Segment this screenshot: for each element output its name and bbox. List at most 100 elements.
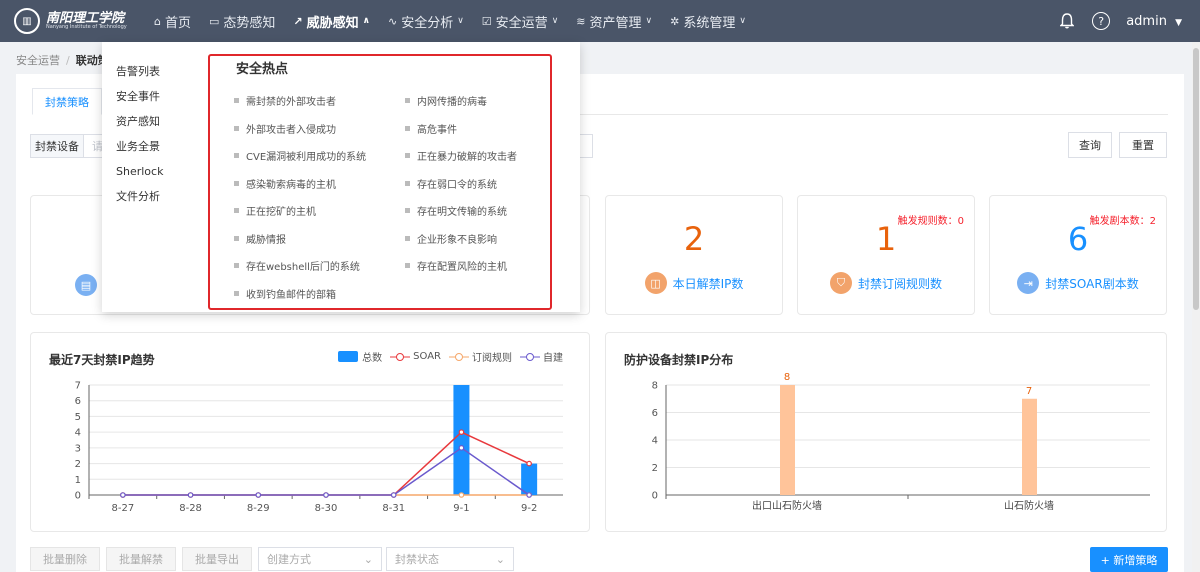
series-point xyxy=(458,429,465,435)
hotspot-label: 正在暴力破解的攻击者 xyxy=(417,152,517,163)
stat-label: 封禁订阅规则数 xyxy=(857,276,942,291)
stat-card-soar-playbooks: 触发剧本数：2 6 ⇥ 封禁SOAR剧本数 xyxy=(989,195,1167,315)
hotspot-link[interactable]: CVE漏洞被利用成功的系统 xyxy=(234,148,366,163)
nav-item[interactable]: ⌂ 首页 xyxy=(154,12,191,31)
bullet-icon xyxy=(405,153,410,158)
logo[interactable]: ▥ 南阳理工学院 Nanyang Institute of Technology xyxy=(14,8,154,34)
hotspot-link[interactable]: 存在配置风险的主机 xyxy=(405,258,507,273)
series-point xyxy=(458,445,465,451)
hotspot-label: 收到钓鱼邮件的部箱 xyxy=(246,289,336,301)
hotspot-link[interactable]: 收到钓鱼邮件的部箱 xyxy=(234,286,336,301)
y-tick-label: 7 xyxy=(75,381,81,392)
chevron-down-icon: ∨ xyxy=(739,16,746,26)
hotspot-label: 内网传播的病毒 xyxy=(417,97,487,108)
menu-item[interactable]: 文件分析 xyxy=(116,189,163,214)
bullet-icon xyxy=(234,180,239,186)
batch-export-button[interactable]: 批量导出 xyxy=(182,547,252,571)
nav-item-label: 安全运营 xyxy=(495,15,548,31)
nav-item-label: 态势感知 xyxy=(223,15,276,31)
y-tick-label: 6 xyxy=(652,408,658,419)
nav-item-label: 安全分析 xyxy=(401,15,454,31)
nav-item[interactable]: ▭ 态势感知 xyxy=(209,12,275,31)
nav-item[interactable]: ∿ 安全分析 ∨ xyxy=(388,12,464,31)
bell-icon[interactable] xyxy=(1059,13,1075,29)
bar-value-label: 7 xyxy=(1026,386,1032,397)
bullet-icon xyxy=(405,180,410,186)
nav-item[interactable]: ✲ 系统管理 ∨ xyxy=(670,12,746,31)
y-tick-label: 4 xyxy=(75,428,81,439)
menu-item[interactable]: Sherlock xyxy=(116,164,163,189)
hotspot-label: 感染勒索病毒的主机 xyxy=(246,179,336,191)
hotspot-link[interactable]: 高危事件 xyxy=(405,121,457,136)
bar-total xyxy=(453,385,470,495)
stat-value: 1 xyxy=(875,220,897,258)
batch-unblock-button[interactable]: 批量解禁 xyxy=(106,547,176,571)
stat-value: 2 xyxy=(683,220,705,258)
tab-block-policy[interactable]: 封禁策略 xyxy=(32,88,102,115)
nav-item[interactable]: ↗ 威胁感知 ∧ xyxy=(293,12,370,31)
series-point xyxy=(120,492,126,498)
hotspot-label: 高危事件 xyxy=(417,124,457,136)
bullet-icon xyxy=(234,153,239,158)
hotspot-link[interactable]: 正在挖矿的主机 xyxy=(234,203,316,218)
menu-item[interactable]: 业务全景 xyxy=(116,139,163,164)
hotspot-link[interactable]: 存在明文传输的系统 xyxy=(405,203,507,218)
hotspot-link[interactable]: 外部攻击者入侵成功 xyxy=(234,121,336,136)
hotspot-link[interactable]: 正在暴力破解的攻击者 xyxy=(405,148,517,163)
query-button[interactable]: 查询 xyxy=(1068,132,1112,158)
user-menu[interactable]: admin ▼ xyxy=(1126,14,1182,29)
nav-item[interactable]: ☑ 安全运营 ∨ xyxy=(482,12,558,31)
bullet-icon xyxy=(234,290,239,296)
x-tick-label: 9-2 xyxy=(521,503,537,514)
x-tick-label: 8-27 xyxy=(112,503,135,514)
hotspot-link[interactable]: 感染勒索病毒的主机 xyxy=(234,176,336,191)
check-square-icon: ☑ xyxy=(481,14,492,28)
bullet-icon xyxy=(405,208,410,213)
bar-value-label: 8 xyxy=(784,372,790,383)
add-policy-button[interactable]: + 新增策略 xyxy=(1090,547,1168,572)
hotspot-link[interactable]: 存在webshell后门的系统 xyxy=(234,258,360,273)
hotspot-link[interactable]: 威胁情报 xyxy=(234,231,286,246)
bar xyxy=(780,385,795,495)
hotspot-label: 威胁情报 xyxy=(246,234,286,246)
gear-icon: ✲ xyxy=(670,14,680,28)
y-tick-label: 3 xyxy=(75,443,81,454)
scrollbar-thumb[interactable] xyxy=(1193,48,1199,310)
series-point xyxy=(458,492,465,498)
chevron-down-icon: ∨ xyxy=(457,16,464,26)
trend-icon: ↗ xyxy=(293,14,303,28)
hotspot-label: 存在webshell后门的系统 xyxy=(246,262,360,273)
menu-list: 告警列表 安全事件 资产感知 业务全景 Sherlock 文件分析 xyxy=(116,64,163,214)
hotspot-link[interactable]: 需封禁的外部攻击者 xyxy=(234,93,336,108)
reset-button[interactable]: 重置 xyxy=(1119,132,1167,158)
bottom-toolbar: 批量删除 批量解禁 批量导出 创建方式 ⌄ 封禁状态 ⌄ xyxy=(30,547,518,571)
hotspot-label: 正在挖矿的主机 xyxy=(246,207,316,218)
hotspot-link[interactable]: 企业形象不良影响 xyxy=(405,231,497,246)
hotspot-link[interactable]: 存在弱口令的系统 xyxy=(405,176,497,191)
menu-item[interactable]: 资产感知 xyxy=(116,114,163,139)
bullet-icon xyxy=(405,235,410,241)
layers-icon: ≋ xyxy=(576,14,586,28)
help-icon[interactable]: ? xyxy=(1092,12,1111,30)
chevron-down-icon: ∨ xyxy=(645,16,653,26)
breadcrumb-parent[interactable]: 安全运营 xyxy=(16,54,60,67)
hotspot-label: 存在配置风险的主机 xyxy=(417,262,507,273)
series-point xyxy=(323,492,329,498)
stat-card-subscribe-rules: 触发规则数：0 1 ⛉ 封禁订阅规则数 xyxy=(797,195,975,315)
page-scrollbar[interactable] xyxy=(1192,42,1200,572)
chevron-down-icon: ∨ xyxy=(551,16,559,26)
batch-delete-button[interactable]: 批量删除 xyxy=(30,547,100,571)
nav-item[interactable]: ≋ 资产管理 ∨ xyxy=(576,12,652,31)
nav-item-label: 系统管理 xyxy=(683,15,736,31)
hotspot-link[interactable]: 内网传播的病毒 xyxy=(405,93,487,108)
menu-item[interactable]: 安全事件 xyxy=(116,89,163,114)
device-chart: 0 2 4 6 8 出口山石防火墙 山石防火墙 8 7 xyxy=(652,372,1150,512)
trend-chart: 0 1 2 3 4 5 6 7 8-27 8-28 8-29 8-30 8-31 9-1 9-2 xyxy=(75,381,563,514)
x-tick-label: 8-31 xyxy=(382,503,405,514)
y-tick-label: 0 xyxy=(652,491,658,502)
security-hotspots-section: 安全热点 需封禁的外部攻击者 外部攻击者入侵成功 CVE漏洞被利用成功的系统 感染勒索… xyxy=(208,54,552,310)
export-icon: ⇥ xyxy=(1017,272,1040,294)
block-status-select[interactable]: 封禁状态 ⌄ xyxy=(386,547,514,571)
menu-item[interactable]: 告警列表 xyxy=(116,64,163,89)
create-mode-select[interactable]: 创建方式 ⌄ xyxy=(258,547,382,571)
